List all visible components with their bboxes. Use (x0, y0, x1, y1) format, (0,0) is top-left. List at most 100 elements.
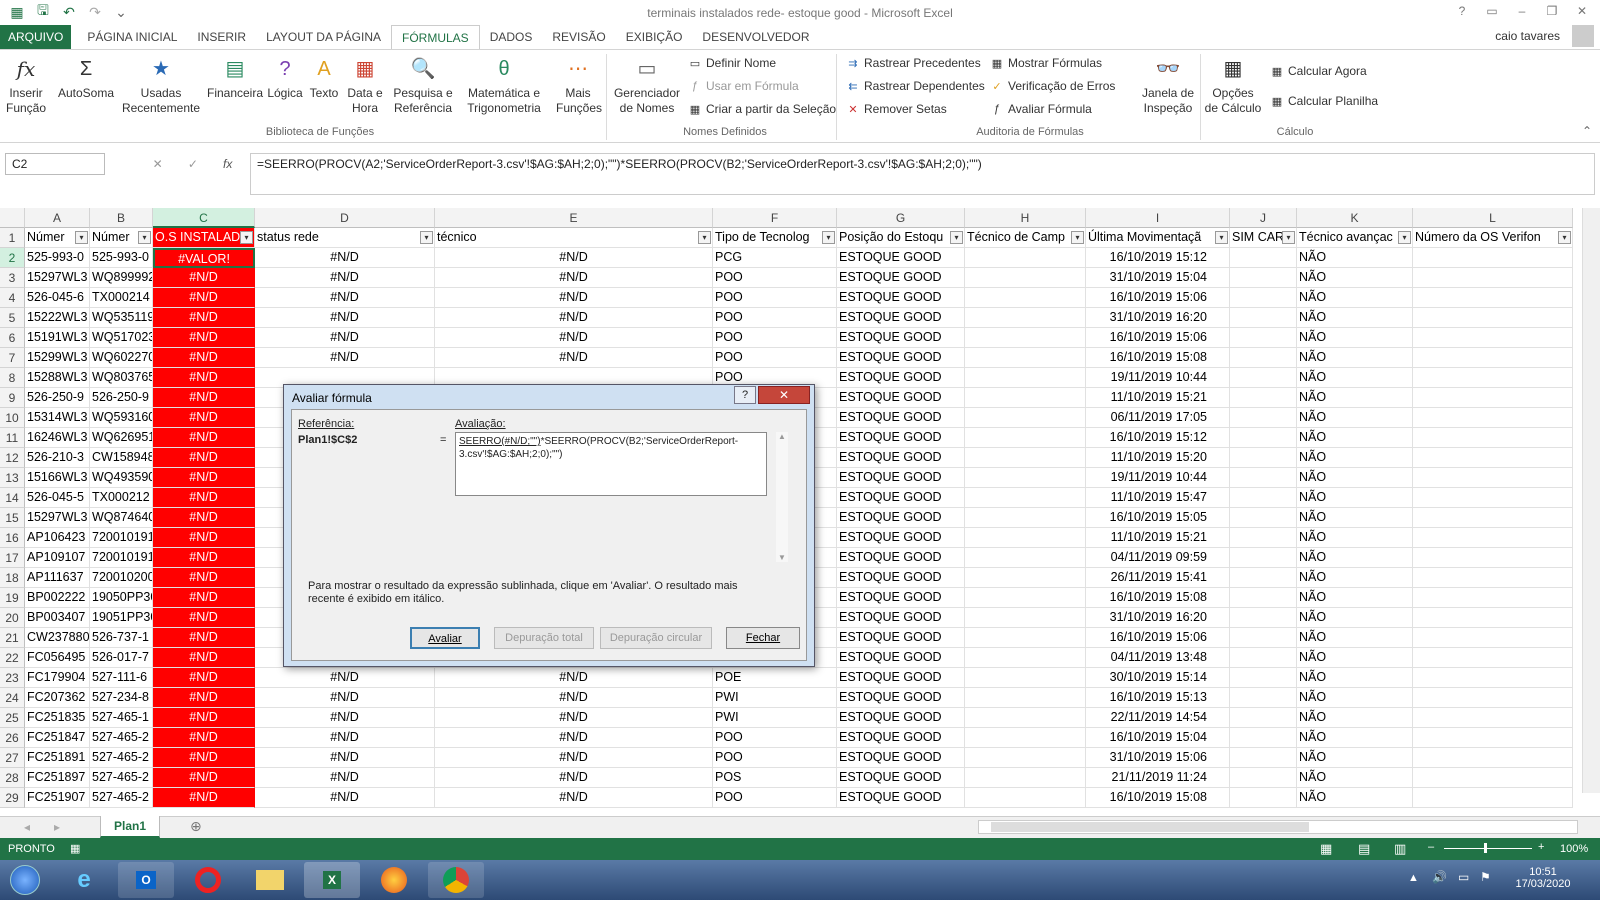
table-cell[interactable] (1230, 448, 1297, 468)
table-cell[interactable]: 720010191 (90, 528, 153, 548)
table-cell[interactable]: POO (713, 748, 837, 768)
table-cell[interactable]: 527-465-2 (90, 788, 153, 808)
table-cell[interactable]: #N/D (153, 448, 255, 468)
table-cell[interactable]: POO (713, 728, 837, 748)
table-cell[interactable]: ESTOQUE GOOD (837, 328, 965, 348)
table-cell[interactable]: 15222WL3 (25, 308, 90, 328)
close-icon[interactable]: ✕ (1568, 2, 1596, 20)
table-cell[interactable]: ESTOQUE GOOD (837, 308, 965, 328)
table-cell[interactable] (1413, 648, 1573, 668)
table-cell[interactable]: #N/D (255, 328, 435, 348)
table-cell[interactable]: 527-465-1 (90, 708, 153, 728)
vertical-scrollbar[interactable] (1582, 208, 1600, 793)
dialog-close-button[interactable]: ✕ (758, 386, 810, 404)
table-cell[interactable]: #N/D (435, 708, 713, 728)
table-cell[interactable]: ESTOQUE GOOD (837, 768, 965, 788)
table-cell[interactable]: POO (713, 268, 837, 288)
table-cell[interactable]: 06/11/2019 17:05 (1086, 408, 1230, 428)
table-cell[interactable]: 16/10/2019 15:06 (1086, 328, 1230, 348)
table-cell[interactable] (965, 308, 1086, 328)
table-cell[interactable] (1413, 768, 1573, 788)
table-cell[interactable]: NÃO (1297, 448, 1413, 468)
header-cell[interactable]: Número da OS Verifon ▾ (1413, 228, 1573, 248)
table-cell[interactable]: POS (713, 768, 837, 788)
firefox-icon[interactable] (366, 862, 422, 898)
table-cell[interactable]: #N/D (153, 708, 255, 728)
table-cell[interactable]: TX000212 (90, 488, 153, 508)
table-cell[interactable]: 527-234-8 (90, 688, 153, 708)
table-cell[interactable]: NÃO (1297, 588, 1413, 608)
save-icon[interactable]: 🖫 (32, 2, 54, 22)
table-cell[interactable] (1230, 488, 1297, 508)
table-cell[interactable]: ESTOQUE GOOD (837, 488, 965, 508)
table-cell[interactable] (965, 788, 1086, 808)
macro-record-icon[interactable]: ▦ (70, 842, 80, 855)
table-cell[interactable] (1230, 428, 1297, 448)
header-cell[interactable]: Númer ▾ (25, 228, 90, 248)
table-cell[interactable]: #N/D (153, 728, 255, 748)
table-cell[interactable]: ESTOQUE GOOD (837, 608, 965, 628)
table-cell[interactable]: 526-045-5 (25, 488, 90, 508)
table-cell[interactable]: #N/D (153, 348, 255, 368)
start-button[interactable] (0, 862, 50, 898)
evaluate-formula-button[interactable]: ƒ Avaliar Fórmula (990, 102, 1092, 116)
table-cell[interactable] (965, 348, 1086, 368)
table-cell[interactable]: PWI (713, 708, 837, 728)
text-button[interactable]: A Texto (306, 56, 342, 101)
table-cell[interactable]: NÃO (1297, 288, 1413, 308)
file-explorer-icon[interactable] (242, 862, 298, 898)
table-cell[interactable]: 04/11/2019 13:48 (1086, 648, 1230, 668)
table-cell[interactable]: 526-017-7 (90, 648, 153, 668)
row-header[interactable]: 15 (0, 508, 25, 528)
table-cell[interactable]: NÃO (1297, 548, 1413, 568)
table-cell[interactable]: #N/D (255, 768, 435, 788)
show-formulas-button[interactable]: ▦ Mostrar Fórmulas (990, 56, 1102, 70)
error-checking-button[interactable]: ✓ Verificação de Erros (990, 79, 1115, 93)
filter-dropdown-icon[interactable]: ▾ (240, 231, 253, 244)
table-cell[interactable]: #N/D (255, 728, 435, 748)
table-cell[interactable]: #N/D (153, 548, 255, 568)
table-cell[interactable]: 15288WL3 (25, 368, 90, 388)
financial-button[interactable]: ▤ Financeira (206, 56, 264, 101)
table-cell[interactable]: WQ493590 (90, 468, 153, 488)
redo-icon[interactable]: ↷ (84, 2, 106, 22)
table-cell[interactable] (1230, 268, 1297, 288)
calc-options-button[interactable]: ▦ Opções de Cálculo (1204, 56, 1262, 116)
column-header[interactable]: L (1413, 208, 1573, 228)
row-header[interactable]: 16 (0, 528, 25, 548)
column-header[interactable]: G (837, 208, 965, 228)
table-cell[interactable]: NÃO (1297, 748, 1413, 768)
table-cell[interactable]: AP111637 (25, 568, 90, 588)
table-cell[interactable] (1230, 788, 1297, 808)
table-cell[interactable] (1230, 708, 1297, 728)
table-cell[interactable] (1413, 688, 1573, 708)
zoom-level[interactable]: 100% (1560, 843, 1588, 855)
table-cell[interactable] (965, 448, 1086, 468)
header-cell[interactable]: Tipo de Tecnolog ▾ (713, 228, 837, 248)
table-cell[interactable]: #N/D (153, 328, 255, 348)
table-cell[interactable]: FC251897 (25, 768, 90, 788)
evaluate-button[interactable]: Avaliar (410, 627, 480, 649)
table-cell[interactable] (1230, 528, 1297, 548)
table-cell[interactable]: #N/D (153, 508, 255, 528)
table-cell[interactable]: ESTOQUE GOOD (837, 448, 965, 468)
table-cell[interactable]: NÃO (1297, 508, 1413, 528)
row-header[interactable]: 12 (0, 448, 25, 468)
table-cell[interactable]: FC179904 (25, 668, 90, 688)
table-cell[interactable]: NÃO (1297, 268, 1413, 288)
table-cell[interactable] (965, 628, 1086, 648)
undo-icon[interactable]: ↶ (58, 2, 80, 22)
horizontal-scrollbar[interactable] (978, 820, 1578, 834)
table-cell[interactable] (965, 488, 1086, 508)
table-cell[interactable]: 16/10/2019 15:08 (1086, 588, 1230, 608)
table-cell[interactable]: #N/D (435, 668, 713, 688)
table-cell[interactable]: #VALOR! (153, 248, 255, 268)
header-cell[interactable]: O.S INSTALAD ▾ (153, 228, 255, 248)
table-cell[interactable] (1230, 628, 1297, 648)
table-cell[interactable]: #N/D (255, 788, 435, 808)
table-cell[interactable]: ESTOQUE GOOD (837, 668, 965, 688)
table-cell[interactable]: ESTOQUE GOOD (837, 748, 965, 768)
row-header[interactable]: 13 (0, 468, 25, 488)
trace-dependents-button[interactable]: ⇇ Rastrear Dependentes (846, 79, 984, 93)
table-cell[interactable]: #N/D (153, 608, 255, 628)
